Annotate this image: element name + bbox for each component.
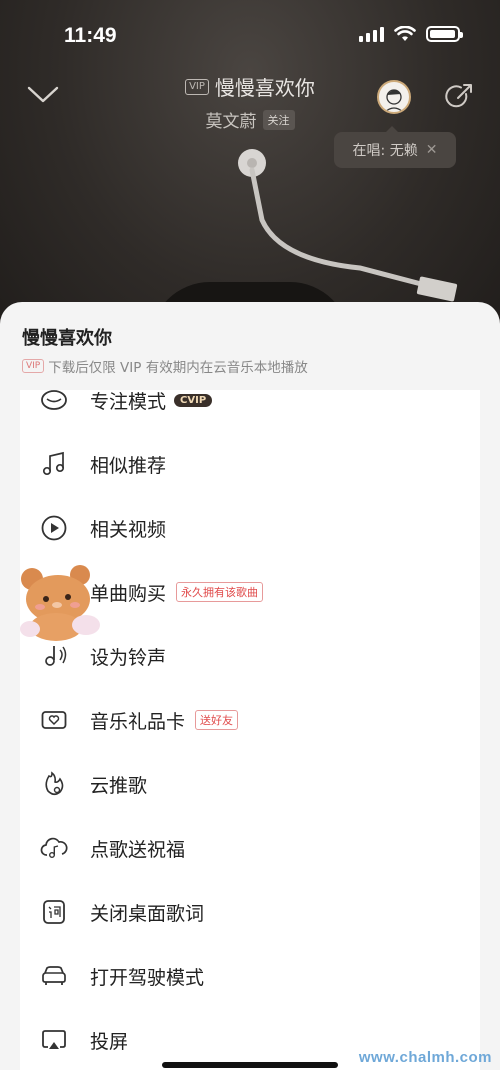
follow-button[interactable]: 关注 xyxy=(262,109,295,130)
status-icons xyxy=(359,26,463,42)
wifi-icon xyxy=(394,26,416,41)
avatar[interactable] xyxy=(377,80,411,114)
cvip-badge: CVIP xyxy=(174,393,213,407)
menu-item-label: 专注模式 xyxy=(90,390,167,413)
menu-item-label: 音乐礼品卡 xyxy=(90,710,186,733)
vip-tag: VIP xyxy=(22,359,45,373)
song-header: VIP 慢慢喜欢你 莫文蔚 关注 xyxy=(0,72,500,132)
car-icon xyxy=(38,960,70,992)
sheet-subtitle: VIP 下载后仅限 VIP 有效期内在云音乐本地播放 xyxy=(22,356,478,376)
menu-item-label: 关闭桌面歌词 xyxy=(90,902,205,925)
artist-name[interactable]: 莫文蔚 xyxy=(206,107,257,132)
home-indicator xyxy=(162,1062,338,1068)
menu-item-label: 相关视频 xyxy=(90,518,167,541)
menu-badge: 送好友 xyxy=(195,710,239,730)
video-play-icon xyxy=(38,512,70,544)
focus-icon xyxy=(38,390,70,416)
menu-item-gift-card[interactable]: 音乐礼品卡 送好友 xyxy=(20,688,480,752)
battery-icon xyxy=(426,26,463,42)
menu-list: 专注模式 CVIP 相似推荐 相关视频 单曲购买 永久拥有该歌曲 设为铃声 音乐… xyxy=(20,390,480,1070)
menu-badge: 永久拥有该歌曲 xyxy=(176,582,264,602)
sheet-header: 慢慢喜欢你 VIP 下载后仅限 VIP 有效期内在云音乐本地播放 xyxy=(0,302,500,390)
vip-tag: VIP xyxy=(185,78,209,95)
menu-item-label: 设为铃声 xyxy=(90,646,167,669)
song-title: 慢慢喜欢你 xyxy=(214,76,315,100)
menu-item-desktop-lyrics[interactable]: 关闭桌面歌词 xyxy=(20,880,480,944)
status-time: 11:49 xyxy=(64,24,117,47)
menu-item-label: 投屏 xyxy=(90,1030,129,1053)
signal-icon xyxy=(359,26,384,42)
cloud-note-icon xyxy=(38,832,70,864)
music-notes-icon xyxy=(38,448,70,480)
share-icon[interactable] xyxy=(444,82,474,112)
bear-sticker-icon xyxy=(20,565,100,641)
gift-card-icon xyxy=(38,704,70,736)
menu-item-videos[interactable]: 相关视频 xyxy=(20,496,480,560)
menu-item-label: 相似推荐 xyxy=(90,454,167,477)
watermark: www.chalmh.com xyxy=(358,1049,492,1066)
cloud-push-icon xyxy=(38,768,70,800)
menu-item-label: 打开驾驶模式 xyxy=(90,966,205,989)
cast-icon xyxy=(38,1024,70,1056)
ringtone-icon xyxy=(38,640,70,672)
menu-item-cloud-push[interactable]: 云推歌 xyxy=(20,752,480,816)
lyrics-icon xyxy=(38,896,70,928)
menu-item-dedicate[interactable]: 点歌送祝福 xyxy=(20,816,480,880)
sheet-title: 慢慢喜欢你 xyxy=(22,328,112,349)
menu-item-label: 点歌送祝福 xyxy=(90,838,186,861)
status-bar: 11:49 xyxy=(0,0,500,60)
menu-item-driving-mode[interactable]: 打开驾驶模式 xyxy=(20,944,480,1008)
menu-item-similar[interactable]: 相似推荐 xyxy=(20,432,480,496)
menu-item-label: 云推歌 xyxy=(90,774,148,797)
more-options-sheet: 慢慢喜欢你 VIP 下载后仅限 VIP 有效期内在云音乐本地播放 专注模式 CV… xyxy=(0,302,500,1070)
battery-level xyxy=(430,30,455,38)
menu-item-focus-mode[interactable]: 专注模式 CVIP xyxy=(20,390,480,432)
